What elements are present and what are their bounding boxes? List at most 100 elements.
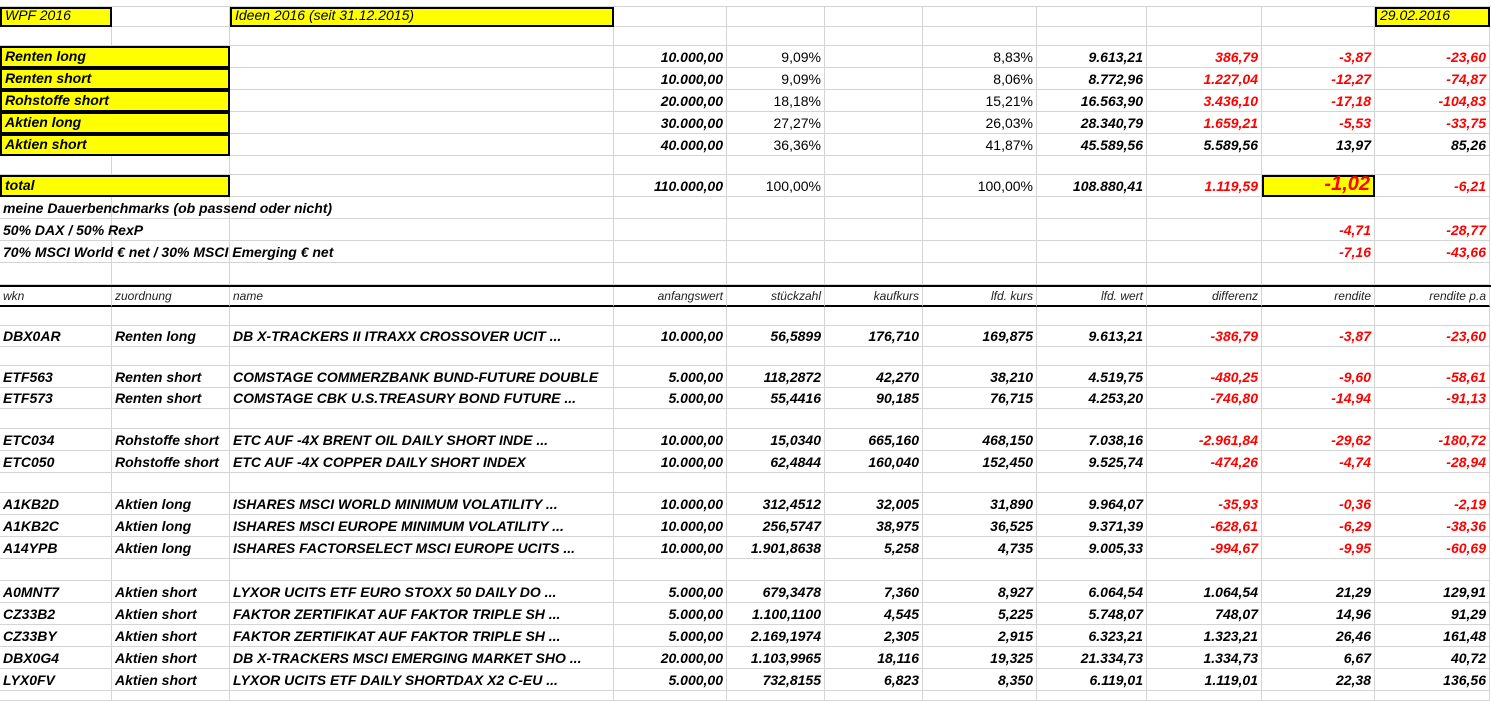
name-cell[interactable]: FAKTOR ZERTIFIKAT AUF FAKTOR TRIPLE SH .… bbox=[230, 625, 614, 647]
lfd-kurs-cell[interactable]: 8,350 bbox=[923, 669, 1037, 691]
empty-cell[interactable] bbox=[727, 263, 825, 285]
kaufkurs-cell[interactable]: 6,823 bbox=[825, 669, 923, 691]
empty-cell[interactable] bbox=[614, 156, 727, 175]
rendite-cell[interactable]: 6,67 bbox=[1262, 647, 1375, 669]
anfangswert-cell[interactable]: 20.000,00 bbox=[614, 647, 727, 669]
empty-cell[interactable] bbox=[825, 7, 923, 27]
lfd-anteil-cell[interactable]: 26,03% bbox=[923, 112, 1037, 134]
anfangswert-cell[interactable]: 5.000,00 bbox=[614, 581, 727, 603]
empty-cell[interactable] bbox=[1262, 7, 1375, 27]
empty-cell[interactable] bbox=[230, 156, 614, 175]
lfd-wert-cell[interactable]: 4.519,75 bbox=[1037, 366, 1147, 388]
empty-cell[interactable] bbox=[825, 473, 923, 493]
anteil-cell[interactable]: 36,36% bbox=[727, 134, 825, 156]
empty-cell[interactable] bbox=[1147, 7, 1262, 27]
differenz-cell[interactable]: 3.436,10 bbox=[1147, 90, 1262, 112]
zuordnung-cell[interactable]: Rohstoffe short bbox=[112, 429, 230, 451]
lfd-wert-cell[interactable]: 21.334,73 bbox=[1037, 647, 1147, 669]
empty-cell[interactable] bbox=[1262, 473, 1375, 493]
stueckzahl-cell[interactable]: 679,3478 bbox=[727, 581, 825, 603]
empty-cell[interactable] bbox=[0, 473, 112, 493]
lfd-wert-cell[interactable]: 16.563,90 bbox=[1037, 90, 1147, 112]
empty-cell[interactable] bbox=[727, 559, 825, 581]
differenz-cell[interactable]: -480,25 bbox=[1147, 366, 1262, 388]
rendite-pa-cell[interactable]: -23,60 bbox=[1375, 46, 1490, 68]
empty-cell[interactable] bbox=[1375, 197, 1490, 219]
empty-cell[interactable] bbox=[923, 347, 1037, 366]
kaufkurs-cell[interactable]: 176,710 bbox=[825, 326, 923, 347]
empty-cell[interactable] bbox=[1147, 197, 1262, 219]
lfd-wert-cell[interactable]: 9.525,74 bbox=[1037, 451, 1147, 473]
rendite-pa-cell[interactable]: -6,21 bbox=[1375, 175, 1490, 197]
lfd-wert-cell[interactable]: 5.748,07 bbox=[1037, 603, 1147, 625]
rendite-pa-cell[interactable]: -2,19 bbox=[1375, 493, 1490, 515]
empty-cell[interactable] bbox=[825, 175, 923, 197]
lfd-wert-cell[interactable]: 45.589,56 bbox=[1037, 134, 1147, 156]
rendite-pa-cell[interactable]: -43,66 bbox=[1375, 241, 1490, 263]
rendite-cell[interactable]: -9,95 bbox=[1262, 537, 1375, 559]
column-header[interactable]: name bbox=[230, 287, 614, 307]
name-cell[interactable]: ETC AUF -4X COPPER DAILY SHORT INDEX bbox=[230, 451, 614, 473]
kaufkurs-cell[interactable]: 160,040 bbox=[825, 451, 923, 473]
rendite-pa-cell[interactable]: -28,94 bbox=[1375, 451, 1490, 473]
benchmark-label[interactable]: 50% DAX / 50% RexP bbox=[0, 219, 143, 241]
empty-cell[interactable] bbox=[1037, 691, 1147, 701]
empty-cell[interactable] bbox=[1037, 347, 1147, 366]
zuordnung-cell[interactable]: Renten long bbox=[112, 326, 230, 347]
empty-cell[interactable] bbox=[923, 156, 1037, 175]
empty-cell[interactable] bbox=[825, 27, 923, 46]
lfd-wert-cell[interactable]: 28.340,79 bbox=[1037, 112, 1147, 134]
empty-cell[interactable] bbox=[1375, 307, 1490, 326]
rendite-cell[interactable]: 14,96 bbox=[1262, 603, 1375, 625]
empty-cell[interactable] bbox=[1375, 156, 1490, 175]
empty-cell[interactable] bbox=[1262, 347, 1375, 366]
empty-cell[interactable] bbox=[825, 156, 923, 175]
rendite-cell[interactable]: 26,46 bbox=[1262, 625, 1375, 647]
empty-cell[interactable] bbox=[614, 241, 727, 263]
empty-cell[interactable] bbox=[923, 409, 1037, 429]
zuordnung-cell[interactable]: Aktien long bbox=[112, 537, 230, 559]
empty-cell[interactable] bbox=[614, 7, 727, 27]
zuordnung-cell[interactable]: Rohstoffe short bbox=[112, 451, 230, 473]
empty-cell[interactable] bbox=[1375, 27, 1490, 46]
empty-cell[interactable] bbox=[1262, 559, 1375, 581]
total-label[interactable]: total bbox=[0, 175, 230, 197]
empty-cell[interactable] bbox=[1037, 473, 1147, 493]
rendite-pa-cell[interactable]: 136,56 bbox=[1375, 669, 1490, 691]
kaufkurs-cell[interactable]: 4,545 bbox=[825, 603, 923, 625]
category-label[interactable]: Rohstoffe short bbox=[0, 90, 230, 112]
empty-cell[interactable] bbox=[923, 241, 1037, 263]
empty-cell[interactable] bbox=[230, 347, 614, 366]
empty-cell[interactable] bbox=[1147, 307, 1262, 326]
empty-cell[interactable] bbox=[112, 307, 230, 326]
differenz-cell[interactable]: -994,67 bbox=[1147, 537, 1262, 559]
lfd-wert-cell[interactable]: 9.613,21 bbox=[1037, 46, 1147, 68]
empty-cell[interactable] bbox=[727, 691, 825, 701]
wkn-cell[interactable]: ETC034 bbox=[0, 429, 112, 451]
name-cell[interactable]: ISHARES MSCI WORLD MINIMUM VOLATILITY ..… bbox=[230, 493, 614, 515]
empty-cell[interactable] bbox=[614, 559, 727, 581]
empty-cell[interactable] bbox=[0, 559, 112, 581]
kaufkurs-cell[interactable]: 42,270 bbox=[825, 366, 923, 388]
differenz-cell[interactable]: -386,79 bbox=[1147, 326, 1262, 347]
empty-cell[interactable] bbox=[1375, 559, 1490, 581]
subtitle-cell[interactable]: Ideen 2016 (seit 31.12.2015) bbox=[230, 7, 614, 27]
rendite-pa-cell[interactable]: -180,72 bbox=[1375, 429, 1490, 451]
anfangswert-cell[interactable]: 10.000,00 bbox=[614, 451, 727, 473]
wkn-cell[interactable]: A0MNT7 bbox=[0, 581, 112, 603]
anfangswert-cell[interactable]: 10.000,00 bbox=[614, 537, 727, 559]
lfd-kurs-cell[interactable]: 4,735 bbox=[923, 537, 1037, 559]
empty-cell[interactable] bbox=[923, 197, 1037, 219]
empty-cell[interactable] bbox=[825, 68, 923, 90]
differenz-cell[interactable]: 1.119,01 bbox=[1147, 669, 1262, 691]
anfangswert-cell[interactable]: 20.000,00 bbox=[614, 90, 727, 112]
stueckzahl-cell[interactable]: 2.169,1974 bbox=[727, 625, 825, 647]
lfd-wert-cell[interactable]: 6.323,21 bbox=[1037, 625, 1147, 647]
empty-cell[interactable] bbox=[230, 473, 614, 493]
column-header[interactable]: differenz bbox=[1147, 287, 1262, 307]
lfd-wert-cell[interactable]: 6.064,54 bbox=[1037, 581, 1147, 603]
empty-cell[interactable] bbox=[230, 409, 614, 429]
empty-cell[interactable] bbox=[1037, 7, 1147, 27]
empty-cell[interactable] bbox=[1262, 307, 1375, 326]
empty-cell[interactable] bbox=[1147, 219, 1262, 241]
